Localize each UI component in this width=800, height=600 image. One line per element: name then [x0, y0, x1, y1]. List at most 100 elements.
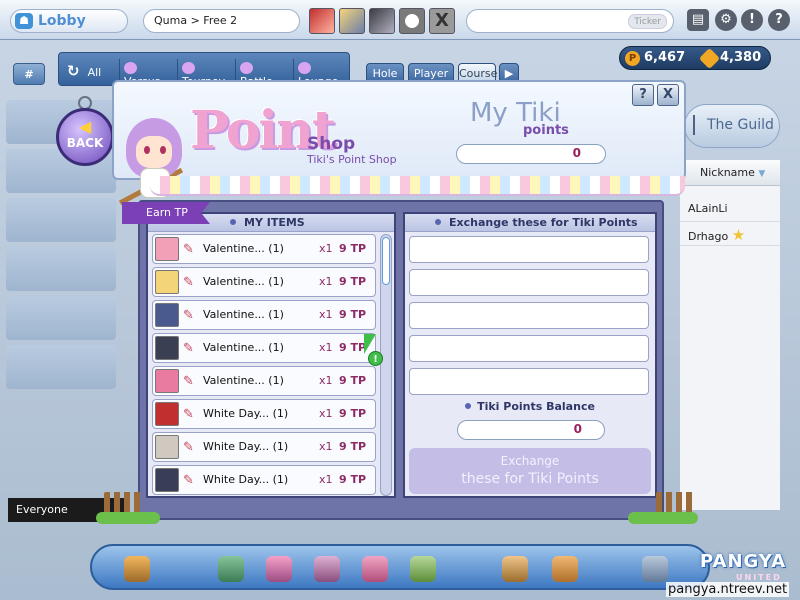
party-slot-close[interactable]: X — [429, 8, 455, 34]
item-tp-value: 9 TP — [339, 242, 367, 255]
star-icon: ★ — [731, 226, 746, 244]
card-icon: ✎ — [183, 440, 194, 455]
player-row[interactable]: ALainLi — [680, 198, 780, 222]
sort-down-icon: ▼ — [758, 169, 766, 179]
item-name: Valentine... (1) — [203, 242, 284, 255]
items-scrollbar[interactable] — [380, 234, 392, 496]
item-row[interactable]: ✎ White Day... (1) x1 9 TP — [152, 432, 376, 462]
tab-all[interactable]: ↻ All — [63, 59, 119, 81]
bullet-icon — [465, 403, 472, 409]
scrollbar-thumb[interactable] — [382, 237, 390, 285]
locker-icon[interactable] — [314, 556, 340, 582]
item-quantity: x1 — [319, 473, 333, 486]
item-name: White Day... (1) — [203, 407, 289, 420]
room-slot — [6, 345, 116, 389]
exchange-button[interactable]: Exchange these for Tiki Points — [409, 448, 651, 494]
backpack-icon[interactable]: ▤ — [687, 9, 709, 31]
player-row[interactable]: Drhago ★ — [680, 222, 780, 246]
pangya-logo: PANGYA — [700, 551, 787, 572]
battle-icon — [240, 62, 253, 74]
tab-battle[interactable]: Battle — [235, 59, 293, 88]
cookie-amount: 4,380 — [720, 50, 762, 65]
guild-label: The Guild — [707, 117, 774, 133]
exchange-slot[interactable] — [409, 302, 649, 329]
settings-icon[interactable]: ⚙ — [715, 9, 737, 31]
item-row[interactable]: ✎ White Day... (1) x1 9 TP — [152, 465, 376, 495]
item-name: White Day... (1) — [203, 473, 289, 486]
party-slot-character-red[interactable] — [309, 8, 335, 34]
item-row[interactable]: ✎ White Day... (1) x1 9 TP — [152, 399, 376, 429]
exchange-button-line1: Exchange — [500, 454, 560, 468]
my-tiki-points-field: 0 — [456, 144, 606, 164]
card-icon: ✎ — [183, 242, 194, 257]
house-icon[interactable] — [362, 556, 388, 582]
earn-tp-tab[interactable]: Earn TP — [122, 202, 210, 224]
party-slot-character-dark[interactable] — [369, 8, 395, 34]
tiki-eye — [160, 146, 166, 154]
grass-decoration — [628, 512, 698, 524]
room-slot — [6, 247, 116, 291]
item-tp-value: 9 TP — [339, 440, 367, 453]
item-name: Valentine... (1) — [203, 341, 284, 354]
item-tp-value: 9 TP — [339, 275, 367, 288]
item-row[interactable]: ✎ Valentine... (1) x1 9 TP — [152, 366, 376, 396]
character-portrait — [155, 468, 179, 492]
cursor-badge-icon: ! — [368, 351, 383, 366]
lobby-button[interactable]: ☗ Lobby — [10, 9, 128, 33]
tab-lounge[interactable]: Lounge — [293, 59, 351, 88]
exchange-header: Exchange these for Tiki Points — [405, 214, 655, 232]
item-row[interactable]: ✎ Valentine... (1) x1 9 TP — [152, 267, 376, 297]
item-row[interactable]: ✎ Valentine... (1) x1 9 TP — [152, 333, 376, 363]
tiki-face — [136, 136, 172, 168]
item-row[interactable]: ✎ Valentine... (1) x1 9 TP — [152, 300, 376, 330]
item-name: White Day... (1) — [203, 440, 289, 453]
item-name: Valentine... (1) — [203, 374, 284, 387]
tab-versus[interactable]: Versus — [119, 59, 177, 88]
pang-coin-icon: P — [625, 51, 640, 66]
bullet-icon — [435, 219, 441, 225]
shop-close-button[interactable]: X — [657, 84, 679, 106]
site-url: pangya.ntreev.net — [666, 582, 790, 597]
item-row[interactable]: ✎ Valentine... (1) x1 9 TP — [152, 234, 376, 264]
shop-title: Shop — [307, 134, 356, 154]
character-portrait — [155, 336, 179, 360]
card-icon: ✎ — [183, 473, 194, 488]
guild-button[interactable]: The Guild — [684, 104, 780, 148]
nickname-header-label: Nickname — [700, 166, 755, 179]
exchange-slot[interactable] — [409, 368, 649, 395]
room-slot — [6, 198, 116, 242]
exchange-slot[interactable] — [409, 335, 649, 362]
grass-decoration — [96, 512, 160, 524]
item-quantity: x1 — [319, 407, 333, 420]
swap-icon[interactable] — [552, 556, 578, 582]
player-list: Nickname ▼ ALainLi Drhago ★ — [680, 160, 780, 510]
ticker-button[interactable]: Ticker — [628, 14, 667, 29]
puzzle-icon[interactable] — [410, 556, 436, 582]
nickname-header[interactable]: Nickname ▼ — [680, 160, 780, 186]
help-icon[interactable]: ? — [768, 9, 790, 31]
back-button[interactable]: ◀ BACK — [56, 108, 114, 166]
party-slot-golf-ball[interactable] — [399, 8, 425, 34]
gift-icon[interactable] — [266, 556, 292, 582]
card-icon: ✎ — [183, 275, 194, 290]
shop-scale-icon[interactable] — [218, 556, 244, 582]
ticker-input[interactable]: Ticker — [466, 9, 674, 33]
alert-icon[interactable]: ! — [741, 9, 763, 31]
exchange-slot[interactable] — [409, 236, 649, 263]
room-number-button[interactable]: # — [13, 63, 45, 85]
item-quantity: x1 — [319, 242, 333, 255]
exchange-slot[interactable] — [409, 269, 649, 296]
character-portrait — [155, 237, 179, 261]
options-icon[interactable] — [642, 556, 668, 582]
tab-tourney[interactable]: Tourney — [177, 59, 235, 88]
bottom-menu-bar — [90, 544, 710, 590]
cookie-point-icon — [698, 47, 721, 70]
shop-help-button[interactable]: ? — [632, 84, 654, 106]
home-arrow-icon[interactable] — [502, 556, 528, 582]
lobby-icon: ☗ — [15, 13, 33, 29]
card-icon: ✎ — [183, 407, 194, 422]
tab-all-label: All — [87, 66, 102, 79]
card-icon: ✎ — [183, 374, 194, 389]
music-icon[interactable] — [124, 556, 150, 582]
party-slot-character-blonde[interactable] — [339, 8, 365, 34]
